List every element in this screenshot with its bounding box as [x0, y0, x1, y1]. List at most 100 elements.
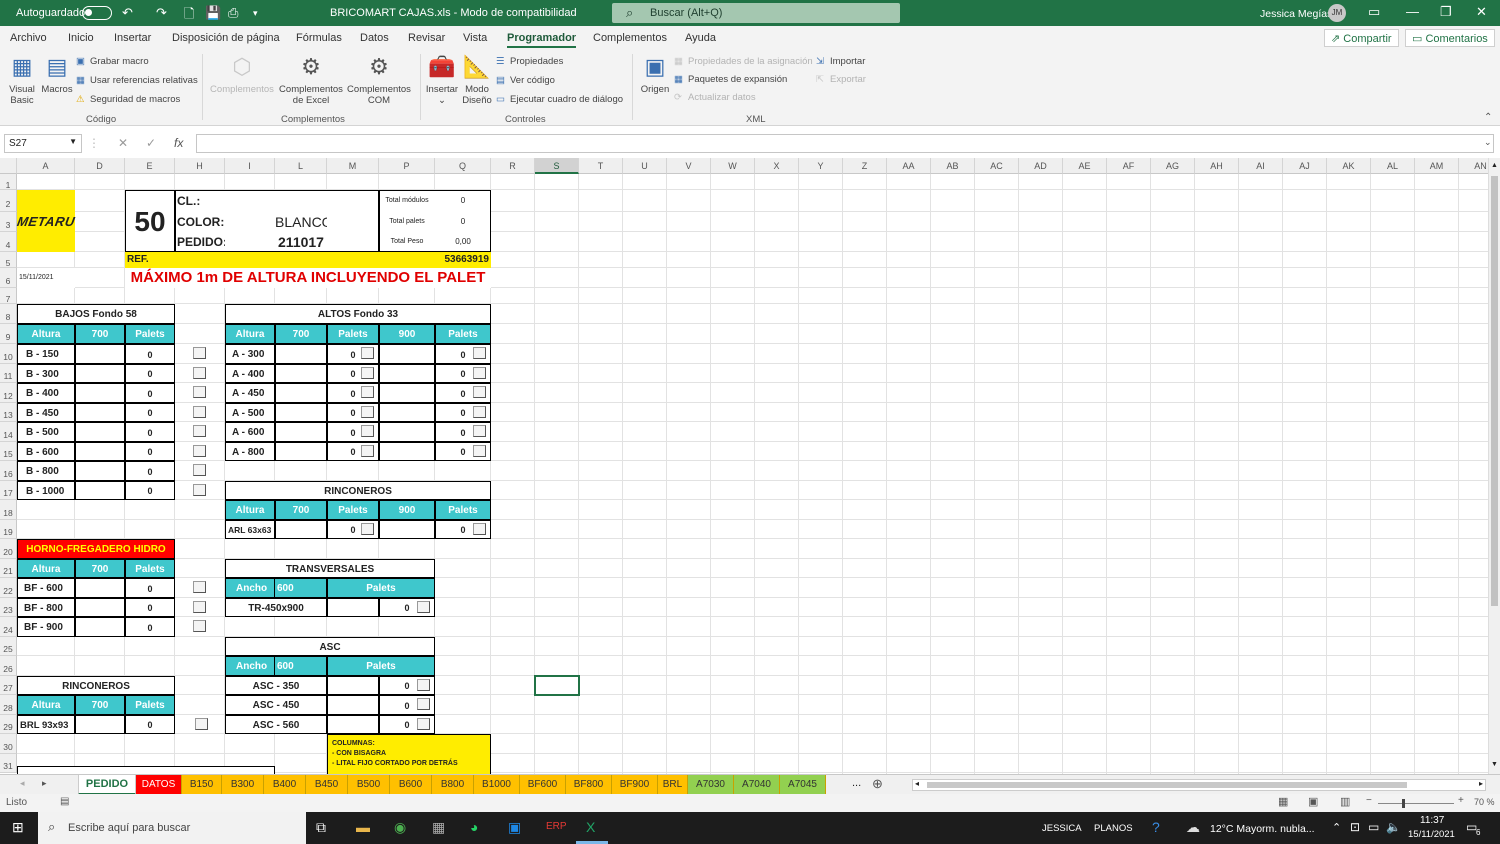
com-addins-button[interactable]: ⚙ Complementos COM [346, 54, 412, 106]
page-break-icon[interactable]: ▥ [1340, 795, 1350, 808]
horno-row-label[interactable]: BF - 800 [17, 598, 75, 617]
transversales-title[interactable]: TRANSVERSALES [225, 559, 435, 578]
tab-archivo[interactable]: Archivo [10, 32, 47, 44]
normal-view-icon[interactable]: ▦ [1278, 795, 1288, 808]
horizontal-scrollbar[interactable]: ◂ ▸ [912, 779, 1486, 791]
row-header[interactable]: 5 [0, 252, 17, 268]
row-header[interactable]: 13 [0, 403, 17, 422]
bajos-row-palets[interactable]: 0 [125, 481, 175, 500]
taskbar-search[interactable]: ⌕ Escribe aquí para buscar [38, 812, 306, 844]
column-header[interactable]: Z [843, 158, 887, 174]
spin-button[interactable] [473, 523, 486, 535]
tray-chevron-icon[interactable]: ⌃ [1332, 821, 1341, 834]
sheet-tab[interactable]: B400 [264, 775, 306, 795]
rinc2-col-altura[interactable]: Altura [17, 695, 75, 715]
horno-row-700-input[interactable] [75, 578, 125, 598]
expand-formula-icon[interactable]: ⌄ [1484, 137, 1492, 148]
enter-icon[interactable]: ✓ [146, 136, 156, 150]
spin-button[interactable] [473, 445, 486, 457]
next-sheet-icon[interactable]: ▸ [42, 778, 47, 789]
column-header[interactable]: V [667, 158, 711, 174]
record-macro-button[interactable]: ▣ Grabar macro [76, 56, 149, 67]
search-box[interactable]: ⌕ Buscar (Alt+Q) [612, 3, 900, 23]
altos-col-palets-1[interactable]: Palets [327, 324, 379, 344]
ref-value[interactable]: 53663919 [435, 252, 491, 268]
redo-icon[interactable]: ↷ [156, 5, 167, 21]
zoom-level[interactable]: 70 % [1474, 797, 1495, 807]
altos-row-700-input[interactable] [275, 442, 327, 461]
spin-button[interactable] [193, 445, 206, 457]
bajos-row-700-input[interactable] [75, 442, 125, 461]
scroll-left-icon[interactable]: ◂ [915, 779, 919, 788]
column-header[interactable]: I [225, 158, 275, 174]
row-header[interactable]: 3 [0, 212, 17, 232]
zoom-slider[interactable] [1378, 803, 1454, 804]
row-header[interactable]: 4 [0, 232, 17, 252]
column-header[interactable]: D [75, 158, 125, 174]
spin-button[interactable] [195, 718, 208, 730]
insert-control-button[interactable]: 🧰 Insertar ⌄ [424, 54, 460, 106]
sheet-tab[interactable]: DATOS [136, 775, 182, 795]
sheet-tab[interactable]: B300 [222, 775, 264, 795]
row-header[interactable]: 16 [0, 461, 17, 481]
excel-addins-button[interactable]: ⚙ Complementos de Excel [278, 54, 344, 106]
column-header[interactable]: AK [1327, 158, 1371, 174]
spin-button[interactable] [193, 484, 206, 496]
whatsapp-icon[interactable]: ◕ [470, 819, 478, 835]
altos-row-label[interactable]: A - 600 [225, 422, 275, 442]
bajos-row-700-input[interactable] [75, 481, 125, 500]
refresh-data-button[interactable]: ⟳ Actualizar datos [674, 92, 756, 103]
erp-icon[interactable]: ERP [546, 821, 567, 832]
add-sheet-icon[interactable]: ⊕ [872, 776, 883, 792]
color-value[interactable]: BLANCO [275, 212, 327, 232]
bajos-row-palets[interactable]: 0 [125, 344, 175, 364]
rinc1-col-palets-2[interactable]: Palets [435, 500, 491, 520]
row-header[interactable]: 21 [0, 559, 17, 578]
formula-input[interactable] [196, 134, 1494, 153]
column-header[interactable]: P [379, 158, 435, 174]
spin-button[interactable] [193, 386, 206, 398]
bajos-row-label[interactable]: B - 500 [17, 422, 75, 442]
column-header[interactable]: AJ [1283, 158, 1327, 174]
altos-row-700-input[interactable] [275, 344, 327, 364]
altos-row-label[interactable]: A - 300 [225, 344, 275, 364]
battery-icon[interactable]: ▭ [1368, 820, 1379, 834]
total-modulos-label[interactable]: Total módulos [379, 190, 435, 212]
row-header[interactable]: 15 [0, 442, 17, 461]
rinconeros-title-2[interactable]: RINCONEROS [17, 676, 175, 695]
tab-datos[interactable]: Datos [360, 32, 389, 44]
horno-row-700-input[interactable] [75, 617, 125, 637]
spin-button[interactable] [473, 347, 486, 359]
taskbar-toolbar-jessica[interactable]: JESSICA [1042, 823, 1082, 834]
column-header[interactable]: L [275, 158, 327, 174]
bajos-row-palets[interactable]: 0 [125, 403, 175, 422]
map-properties-button[interactable]: ▦ Propiedades de la asignación [674, 56, 813, 67]
asc-col-ancho[interactable]: Ancho [225, 656, 275, 676]
bajos-row-700-input[interactable] [75, 461, 125, 481]
column-header[interactable]: AF [1107, 158, 1151, 174]
arl-label[interactable]: ARL 63x63 [225, 520, 275, 539]
spin-button[interactable] [417, 718, 430, 730]
page-layout-icon[interactable]: ▣ [1308, 795, 1318, 808]
task-view-icon[interactable]: ⧉ [316, 819, 326, 836]
rinc1-col-700[interactable]: 700 [275, 500, 327, 520]
select-all-corner[interactable] [0, 158, 17, 174]
row-header[interactable]: 19 [0, 520, 17, 539]
column-header[interactable]: T [579, 158, 623, 174]
bajos-row-label[interactable]: B - 800 [17, 461, 75, 481]
run-dialog-button[interactable]: ▭ Ejecutar cuadro de diálogo [496, 94, 623, 105]
sheet-tab[interactable]: BF900 [612, 775, 658, 795]
column-header[interactable]: U [623, 158, 667, 174]
altos-col-700[interactable]: 700 [275, 324, 327, 344]
total-modulos-value[interactable]: 0 [435, 190, 491, 212]
horno-row-palets[interactable]: 0 [125, 598, 175, 617]
export-button[interactable]: ⇱ Exportar [816, 74, 866, 85]
horno-col-altura[interactable]: Altura [17, 559, 75, 578]
undo-icon[interactable]: ↶ [122, 5, 133, 21]
tab-complementos[interactable]: Complementos [593, 32, 667, 44]
tab-ayuda[interactable]: Ayuda [685, 32, 716, 44]
rinc2-col-palets[interactable]: Palets [125, 695, 175, 715]
sheet-tab[interactable]: BRL [658, 775, 688, 795]
arl-700-input[interactable] [275, 520, 327, 539]
altos-title[interactable]: ALTOS Fondo 33 [225, 304, 491, 324]
